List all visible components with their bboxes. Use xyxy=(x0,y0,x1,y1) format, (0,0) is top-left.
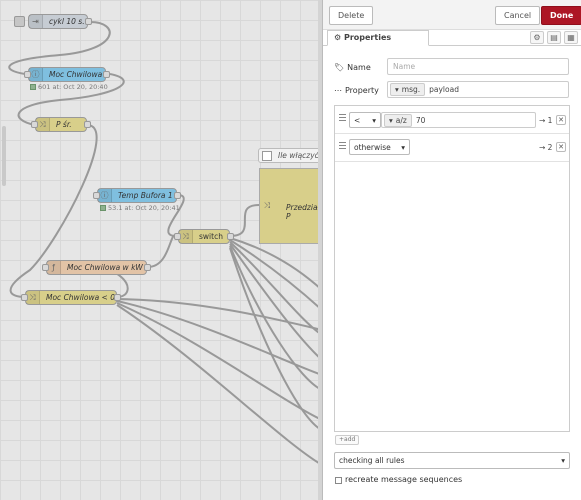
settings-tab-icon[interactable]: ⚙ xyxy=(530,31,544,44)
rule-row: < ▾ ▾ a/z 70 → 1 ✕ xyxy=(335,106,569,134)
recreate-sequences-label: recreate message sequences xyxy=(345,475,463,484)
drag-handle-icon[interactable] xyxy=(339,142,346,151)
string-type-icon: a/z xyxy=(395,115,407,125)
workspace-scrollbar[interactable] xyxy=(2,126,6,186)
done-button[interactable]: Done xyxy=(541,6,581,25)
name-field[interactable]: Name xyxy=(387,58,569,75)
status-text: 53.1 at: Oct 20, 20:41 xyxy=(108,204,180,212)
remove-rule-button[interactable]: ✕ xyxy=(556,142,566,152)
node-moc-kw[interactable]: ƒ Moc Chwilowa w kW xyxy=(42,260,151,275)
switch-icon: ⤨ xyxy=(179,230,193,243)
inject-node-cycle[interactable]: ⇥ cykl 10 s. ↻ xyxy=(14,14,92,29)
comment-icon xyxy=(262,150,272,161)
input-port[interactable] xyxy=(24,71,31,78)
output-port[interactable] xyxy=(103,71,110,78)
output-port[interactable] xyxy=(84,121,91,128)
node-label: Temp Bufora 1 xyxy=(118,191,173,200)
info-icon: ⓘ xyxy=(98,189,112,202)
output-port[interactable] xyxy=(174,192,181,199)
info-icon: ⓘ xyxy=(29,68,43,81)
shuffle-icon: ⤨ xyxy=(263,201,271,210)
ellipsis-icon: ⋯ xyxy=(334,86,342,95)
rule-output-number: → 2 xyxy=(539,143,553,152)
input-port[interactable] xyxy=(174,233,181,240)
operator-select[interactable]: < ▾ xyxy=(349,112,381,128)
inject-icon: ⇥ xyxy=(29,15,43,28)
rule-value: 70 xyxy=(415,115,426,125)
rule-row: otherwise ▾ → 2 ✕ xyxy=(335,134,569,162)
status-text: 601 at: Oct 20, 20:40 xyxy=(38,83,108,91)
input-port[interactable] xyxy=(93,192,100,199)
node-moc-lt0[interactable]: ⤨ Moc Chwilowa < 0 xyxy=(21,290,121,305)
switch-icon: ⤨ xyxy=(26,291,40,304)
flow-workspace[interactable]: ⇥ cykl 10 s. ↻ ⓘ Moc Chwilowa 601 at: Oc… xyxy=(0,0,322,500)
operator-value: < xyxy=(354,115,361,125)
appearance-tab-icon[interactable]: ▦ xyxy=(564,31,578,44)
mode-select[interactable]: checking all rules ▾ xyxy=(334,452,570,469)
output-port[interactable] xyxy=(114,294,121,301)
drag-handle-icon[interactable] xyxy=(339,114,346,123)
operator-select[interactable]: otherwise ▾ xyxy=(349,139,410,155)
chevron-down-icon: ▾ xyxy=(401,142,405,152)
name-label: 🏷 Name xyxy=(334,63,371,72)
value-type-select[interactable]: ▾ a/z xyxy=(384,113,412,127)
cancel-button[interactable]: Cancel xyxy=(495,6,541,25)
node-status: 53.1 at: Oct 20, 20:41 xyxy=(100,204,180,212)
mode-value: checking all rules xyxy=(339,456,405,465)
node-temp-bufora[interactable]: ⓘ Temp Bufora 1 xyxy=(93,188,181,203)
output-port[interactable] xyxy=(144,264,151,271)
name-placeholder: Name xyxy=(393,62,416,71)
operator-value: otherwise xyxy=(354,142,391,152)
node-label: Moc Chwilowa xyxy=(49,70,103,79)
inject-button[interactable] xyxy=(14,16,25,27)
chevron-down-icon: ▾ xyxy=(561,456,565,465)
node-status: 601 at: Oct 20, 20:40 xyxy=(30,83,108,91)
caret-down-icon: ▾ xyxy=(389,115,393,125)
rule-output-number: → 1 xyxy=(539,116,553,125)
shuffle-icon: ⤨ xyxy=(36,118,50,131)
function-icon: ƒ xyxy=(47,261,61,274)
chevron-down-icon: ▾ xyxy=(372,115,376,125)
gear-icon: ⚙ xyxy=(334,33,342,42)
property-label: ⋯ Property xyxy=(334,86,379,95)
comment-label: Ile włączyć? xyxy=(278,151,322,160)
panel-toolbar: Delete Cancel Done xyxy=(323,0,581,30)
tab-properties[interactable]: ⚙ Properties xyxy=(327,30,429,46)
rules-list: < ▾ ▾ a/z 70 → 1 ✕ otherwise ▾ → 2 ✕ xyxy=(334,105,570,432)
node-label: Przedziały P xyxy=(286,203,322,221)
tab-label: Properties xyxy=(343,33,392,42)
remove-rule-button[interactable]: ✕ xyxy=(556,115,566,125)
tag-icon: 🏷 xyxy=(334,63,345,72)
status-dot-icon xyxy=(30,84,36,90)
add-rule-button[interactable]: +add xyxy=(335,435,360,445)
node-label: Moc Chwilowa w kW xyxy=(67,263,143,272)
output-port[interactable] xyxy=(227,233,234,240)
caret-down-icon: ▾ xyxy=(395,85,399,94)
property-value: payload xyxy=(429,85,459,94)
node-label: cykl 10 s. ↻ xyxy=(49,17,87,26)
node-moc-chwilowa[interactable]: ⓘ Moc Chwilowa xyxy=(24,67,110,82)
rule-value-field[interactable]: ▾ a/z 70 xyxy=(381,112,536,128)
panel-tabs: ⚙ Properties ⚙ ▤ ▦ xyxy=(323,30,581,46)
delete-button[interactable]: Delete xyxy=(329,6,374,25)
status-dot-icon xyxy=(100,205,106,211)
property-field[interactable]: ▾ msg. payload xyxy=(387,81,569,98)
node-switch[interactable]: ⤨ switch xyxy=(174,229,234,244)
node-label: Moc Chwilowa < 0 xyxy=(46,293,116,302)
input-port[interactable] xyxy=(42,264,49,271)
property-type-select[interactable]: ▾ msg. xyxy=(390,83,426,96)
node-label: switch xyxy=(199,232,223,241)
recreate-sequences-checkbox[interactable] xyxy=(335,477,342,484)
input-port[interactable] xyxy=(21,294,28,301)
comment-node[interactable]: Ile włączyć? xyxy=(258,148,322,163)
node-przedzialy[interactable]: ⤨ Przedziały P xyxy=(259,168,322,244)
input-port[interactable] xyxy=(31,121,38,128)
description-tab-icon[interactable]: ▤ xyxy=(547,31,561,44)
node-p-sr[interactable]: ⤨ P śr. xyxy=(31,117,91,132)
output-port[interactable] xyxy=(85,18,92,25)
node-label: P śr. xyxy=(56,120,72,129)
